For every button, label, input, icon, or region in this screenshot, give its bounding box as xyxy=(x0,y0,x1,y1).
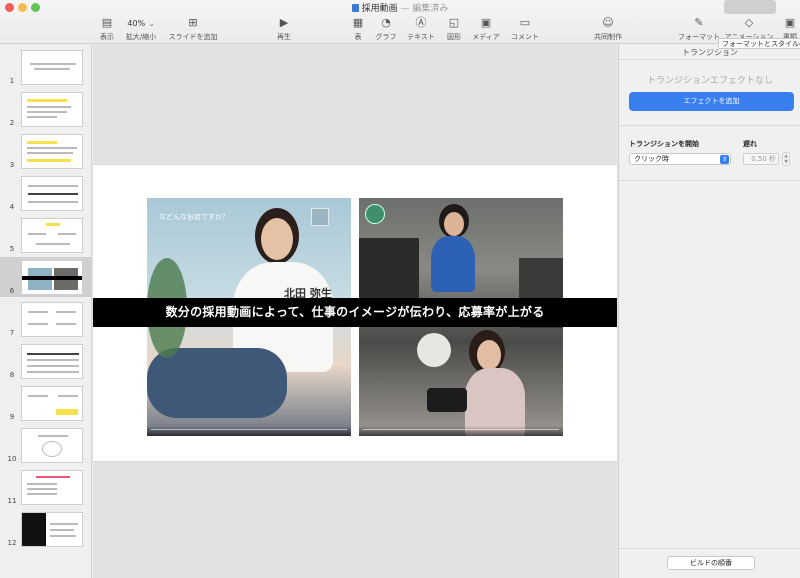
slide-thumbnail-5[interactable]: 5 xyxy=(0,215,92,255)
video-controls[interactable] xyxy=(147,426,351,436)
slide-thumbnail-12[interactable]: 12 xyxy=(0,509,92,549)
add-effect-button[interactable]: エフェクトを追加 xyxy=(629,92,794,111)
slide-thumbnail-4[interactable]: 4 xyxy=(0,173,92,213)
add-slide-button[interactable]: ⊞ スライドを追加 xyxy=(168,16,218,42)
slide-thumbnail-11[interactable]: 11 xyxy=(0,467,92,507)
play-icon: ▶ xyxy=(279,16,289,29)
format-tab-label[interactable]: ✎ フォーマット xyxy=(674,16,724,42)
tab-format[interactable] xyxy=(676,0,720,14)
delay-label: 遅れ xyxy=(743,140,757,148)
add-slide-icon: ⊞ xyxy=(188,16,198,29)
document-icon xyxy=(351,4,359,12)
delay-input[interactable]: 0.50 秒 xyxy=(743,153,779,165)
slide-canvas: などんなお店ですか？ 北田 弥生 数分の採用動画によって、仕事のイメージが伝わり… xyxy=(93,45,617,578)
keynote-window: 採用動画 — 編集済み ▤ 表示 40% ⌄ 拡大/縮小 ⊞ スライドを追加 ▶… xyxy=(0,0,800,578)
paintbrush-icon: ✎ xyxy=(694,16,704,29)
comment-icon: ▭ xyxy=(519,16,531,29)
slide-thumbnail-2[interactable]: 2 xyxy=(0,89,92,129)
build-order-button[interactable]: ビルドの順番 xyxy=(667,556,755,570)
logo-icon xyxy=(311,208,329,226)
updown-arrows-icon: ⇕ xyxy=(720,155,729,164)
tooltip: フォーマットとスタイルの xyxy=(718,38,800,49)
slide-navigator: 1 2 3 4 5 6 7 8 9 10 11 12 xyxy=(0,45,92,578)
slide-thumbnail-7[interactable]: 7 xyxy=(0,299,92,339)
video-tagline: などんなお店ですか？ xyxy=(159,213,229,221)
play-button[interactable]: ▶ 再生 xyxy=(259,16,309,42)
slide-thumbnail-8[interactable]: 8 xyxy=(0,341,92,381)
slide-thumbnail-10[interactable]: 10 xyxy=(0,425,92,465)
logo-icon xyxy=(365,204,385,224)
zoom-value: 40% xyxy=(127,19,146,28)
tab-document[interactable] xyxy=(780,0,800,14)
slide-thumbnail-6[interactable]: 6 xyxy=(0,257,92,297)
tab-animate[interactable] xyxy=(724,0,776,14)
collaborate-button[interactable]: ☺ 共同制作 xyxy=(583,16,633,42)
delay-stepper[interactable]: ▲ ▼ xyxy=(782,152,790,166)
zoom-menu[interactable]: 40% ⌄ 拡大/縮小 xyxy=(116,16,166,42)
current-slide[interactable]: などんなお店ですか？ 北田 弥生 数分の採用動画によって、仕事のイメージが伝わり… xyxy=(93,165,617,461)
start-transition-select[interactable]: クリック時 ⇕ xyxy=(629,153,731,165)
slide-thumbnail-3[interactable]: 3 xyxy=(0,131,92,171)
collaborate-icon: ☺ xyxy=(602,16,614,29)
slide-thumbnail-9[interactable]: 9 xyxy=(0,383,92,423)
comment-button[interactable]: ▭ コメント xyxy=(500,16,550,42)
slide-caption[interactable]: 数分の採用動画によって、仕事のイメージが伝わり、応募率が上がる xyxy=(93,298,617,327)
document-tab-icon: ▣ xyxy=(784,16,796,29)
start-transition-label: トランジションを開始 xyxy=(629,140,699,148)
edited-status: 編集済み xyxy=(412,4,449,14)
no-transition-text: トランジションエフェクトなし xyxy=(646,76,773,86)
slide-thumbnail-1[interactable]: 1 xyxy=(0,47,92,87)
chevron-down-icon: ⌄ xyxy=(148,20,155,28)
toolbar: 採用動画 — 編集済み ▤ 表示 40% ⌄ 拡大/縮小 ⊞ スライドを追加 ▶… xyxy=(0,0,800,49)
animate-inspector: トランジション トランジションエフェクトなし エフェクトを追加 トランジションを… xyxy=(618,45,800,578)
video-controls[interactable] xyxy=(359,426,563,436)
